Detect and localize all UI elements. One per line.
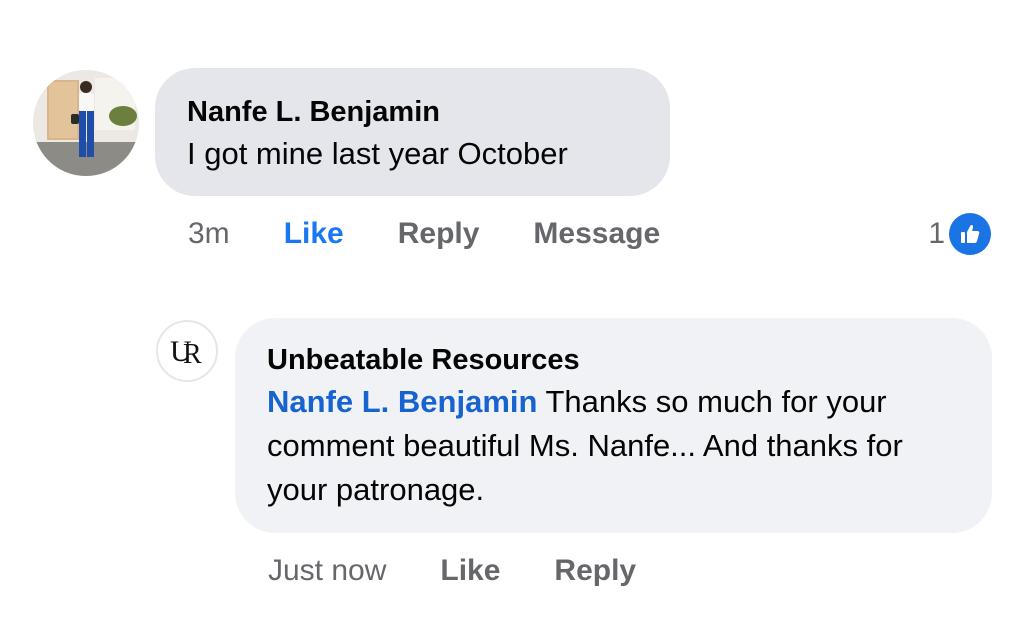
comment-bubble: Nanfe L. Benjamin I got mine last year O… [155, 68, 670, 196]
reply-author[interactable]: Unbeatable Resources [267, 340, 960, 380]
page-avatar[interactable]: U R [156, 320, 218, 382]
reply-bubble: Unbeatable Resources Nanfe L. Benjamin T… [235, 318, 992, 533]
ur-logo: U R [170, 335, 202, 370]
comment-text: I got mine last year October [187, 136, 568, 171]
svg-text:R: R [183, 339, 202, 370]
reply-text: Nanfe L. Benjamin Thanks so much for you… [267, 380, 960, 512]
reaction-summary[interactable]: 1 [928, 212, 991, 256]
reply-timestamp[interactable]: Just now [268, 554, 386, 588]
like-button[interactable]: Like [284, 217, 344, 251]
comment-timestamp[interactable]: 3m [188, 217, 230, 251]
reply-like-button[interactable]: Like [440, 554, 500, 588]
comment-actions: 3m Like Reply Message [188, 214, 714, 254]
reply-button[interactable]: Reply [398, 217, 480, 251]
message-button[interactable]: Message [533, 217, 660, 251]
reply-actions: Just now Like Reply [268, 551, 690, 591]
commenter-avatar[interactable] [33, 70, 139, 176]
reply-reply-button[interactable]: Reply [554, 554, 636, 588]
thumbs-up-icon [949, 213, 991, 255]
reaction-count: 1 [928, 217, 945, 250]
reply-mention[interactable]: Nanfe L. Benjamin [267, 384, 537, 419]
comment-author[interactable]: Nanfe L. Benjamin [187, 92, 638, 132]
profile-photo [33, 70, 139, 176]
